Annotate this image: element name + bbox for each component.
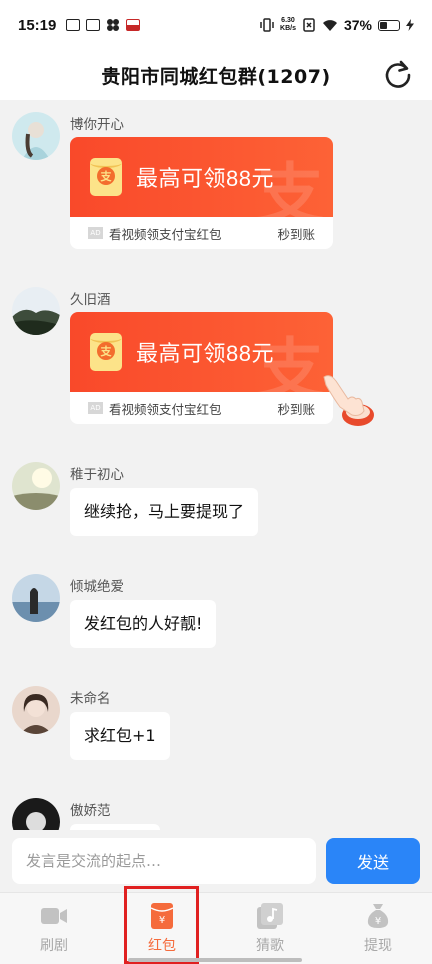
tab-label: 刷剧 xyxy=(40,938,68,954)
tab-label: 提现 xyxy=(364,938,392,954)
mail-notification-icon xyxy=(66,19,81,31)
avatar[interactable] xyxy=(12,574,60,622)
red-packet-card[interactable]: 支 支 最高可领88元 AD 看视频领支付宝红包 秒到账 xyxy=(70,137,333,249)
red-packet-banner: 支 支 最高可领88元 xyxy=(70,312,333,392)
tab-red-packet[interactable]: ¥ 红包 xyxy=(108,893,216,964)
message-item: 傲娇范 xyxy=(0,798,432,830)
red-packet-description: 看视频领支付宝红包 xyxy=(109,401,222,417)
message-username: 未命名 xyxy=(70,691,111,707)
message-username: 久旧酒 xyxy=(70,292,111,308)
music-icon xyxy=(256,903,284,929)
ad-tag: AD xyxy=(88,227,103,239)
ad-tag: AD xyxy=(88,402,103,414)
message-username: 稚于初心 xyxy=(70,467,124,483)
red-packet-instant-label: 秒到账 xyxy=(277,226,315,242)
wifi-icon xyxy=(322,19,337,31)
network-speed-value: 6.30 xyxy=(281,17,295,24)
network-speed-unit: KB/s xyxy=(280,25,296,32)
message-item: 博你开心 支 支 最高可领88元 AD 看视频领支付宝红包 秒到账 xyxy=(0,112,432,262)
red-packet-card[interactable]: 支 支 最高可领88元 AD 看视频领支付宝红包 秒到账 xyxy=(70,312,333,424)
avatar[interactable] xyxy=(12,462,60,510)
chat-header: 贵阳市同城红包群(1207) xyxy=(0,50,432,100)
tap-hand-icon xyxy=(323,375,374,426)
tab-label: 猜歌 xyxy=(256,938,284,954)
tab-label: 红包 xyxy=(148,938,176,954)
send-button[interactable]: 发送 xyxy=(326,838,420,884)
message-item: 未命名 求红包+1 xyxy=(0,686,432,776)
app-notification-icon xyxy=(86,19,101,31)
red-packet-footer: AD 看视频领支付宝红包 秒到账 xyxy=(70,217,333,249)
money-bag-icon: ¥ xyxy=(364,903,392,929)
battery-icon xyxy=(378,19,400,31)
red-packet-icon: 支 xyxy=(90,333,122,371)
message-input-bar: 发送 xyxy=(0,830,432,892)
message-username: 博你开心 xyxy=(70,117,124,133)
message-bubble[interactable]: 求红包+1 xyxy=(70,712,170,760)
message-item: 久旧酒 支 支 最高可领88元 AD 看视频领支付宝红包 秒到账 xyxy=(0,287,432,447)
svg-text:¥: ¥ xyxy=(159,915,165,926)
home-indicator[interactable] xyxy=(128,958,302,962)
red-packet-title: 最高可领88元 xyxy=(136,341,274,366)
tab-drama[interactable]: 刷剧 xyxy=(0,893,108,964)
red-packet-banner: 支 支 最高可领88元 xyxy=(70,137,333,217)
bottom-tab-bar: 刷剧 ¥ 红包 猜歌 ¥ 提现 xyxy=(0,892,432,964)
message-username: 傲娇范 xyxy=(70,803,111,819)
chat-message-list[interactable]: 博你开心 支 支 最高可领88元 AD 看视频领支付宝红包 秒到账 久旧酒 支 … xyxy=(0,100,432,830)
message-item: 倾城绝爱 发红包的人好靓! xyxy=(0,574,432,664)
message-bubble[interactable]: 发红包的人好靓! xyxy=(70,600,217,648)
avatar[interactable] xyxy=(12,112,60,160)
avatar[interactable] xyxy=(12,798,60,830)
tab-withdraw[interactable]: ¥ 提现 xyxy=(324,893,432,964)
pinwheel-notification-icon xyxy=(107,19,120,31)
battery-percent: 37% xyxy=(343,17,372,33)
refresh-icon[interactable] xyxy=(382,58,414,90)
red-packet-icon: ¥ xyxy=(148,903,176,929)
red-packet-footer: AD 看视频领支付宝红包 秒到账 xyxy=(70,392,333,424)
charging-icon xyxy=(406,19,414,31)
no-sim-icon xyxy=(303,18,315,32)
red-packet-description: 看视频领支付宝红包 xyxy=(109,226,222,242)
status-bar: 15:19 6.30 KB/s 37% xyxy=(0,0,432,50)
red-packet-title: 最高可领88元 xyxy=(136,166,274,191)
avatar[interactable] xyxy=(12,686,60,734)
red-packet-icon: 支 xyxy=(90,158,122,196)
shopping-notification-icon xyxy=(126,19,141,31)
status-time: 15:19 xyxy=(18,16,57,34)
tab-guess-song[interactable]: 猜歌 xyxy=(216,893,324,964)
message-item: 稚于初心 继续抢，马上要提现了 xyxy=(0,462,432,552)
network-speed: 6.30 KB/s xyxy=(280,17,296,33)
video-icon xyxy=(40,903,68,929)
svg-text:¥: ¥ xyxy=(375,916,381,927)
page-title: 贵阳市同城红包群(1207) xyxy=(101,65,331,88)
message-input[interactable] xyxy=(12,838,316,884)
red-packet-instant-label: 秒到账 xyxy=(277,401,315,417)
vibrate-icon xyxy=(260,18,274,32)
message-username: 倾城绝爱 xyxy=(70,579,124,595)
avatar[interactable] xyxy=(12,287,60,335)
message-bubble[interactable]: 继续抢，马上要提现了 xyxy=(70,488,259,536)
